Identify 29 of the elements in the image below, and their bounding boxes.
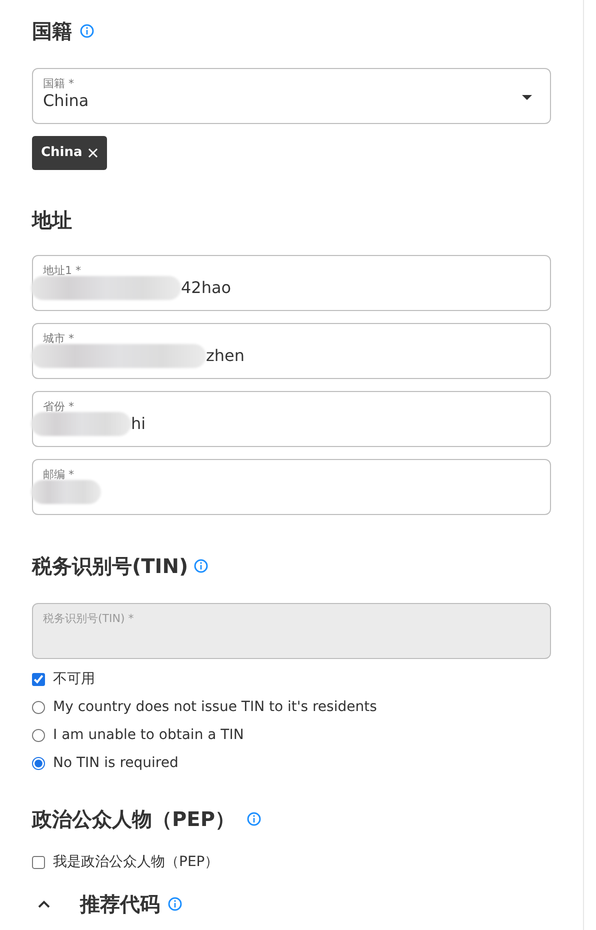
radio-label[interactable]: I am unable to obtain a TIN xyxy=(53,727,244,744)
section-heading: 政治公众人物（PEP） xyxy=(32,806,235,832)
section-heading: 税务识别号(TIN) xyxy=(32,553,188,579)
section-heading: 推荐代码 xyxy=(80,891,160,917)
address-field[interactable]: 地址1 * 42hao xyxy=(32,255,551,311)
info-icon[interactable] xyxy=(246,812,261,826)
country-select[interactable]: 国籍 * China xyxy=(32,68,551,124)
checkbox[interactable] xyxy=(32,856,45,869)
radio-button[interactable] xyxy=(32,729,45,742)
collapse-chevron-icon[interactable] xyxy=(38,900,50,908)
section-heading: 地址 xyxy=(32,207,72,233)
checkbox-label[interactable]: 不可用 xyxy=(53,671,95,688)
dropdown-caret-icon xyxy=(522,95,532,100)
close-icon[interactable] xyxy=(88,148,98,158)
radio-label[interactable]: My country does not issue TIN to it's residents xyxy=(53,699,377,716)
info-icon[interactable] xyxy=(194,559,208,573)
country-chip[interactable]: China xyxy=(32,136,108,170)
address-field[interactable]: 省份 * hi xyxy=(32,391,551,447)
checkbox-label[interactable]: 我是政治公众人物（PEP） xyxy=(53,854,219,871)
address-field[interactable]: 邮编 * xyxy=(32,459,551,515)
chip-label: China xyxy=(41,144,82,162)
info-icon[interactable] xyxy=(80,24,94,38)
radio-button[interactable] xyxy=(32,757,45,770)
section-heading: 国籍 xyxy=(32,18,72,44)
address-field[interactable]: 城市 * zhen xyxy=(32,323,551,379)
radio-button[interactable] xyxy=(32,701,45,714)
checkbox[interactable] xyxy=(32,673,45,686)
info-icon[interactable] xyxy=(168,897,182,911)
radio-label[interactable]: No TIN is required xyxy=(53,755,178,772)
